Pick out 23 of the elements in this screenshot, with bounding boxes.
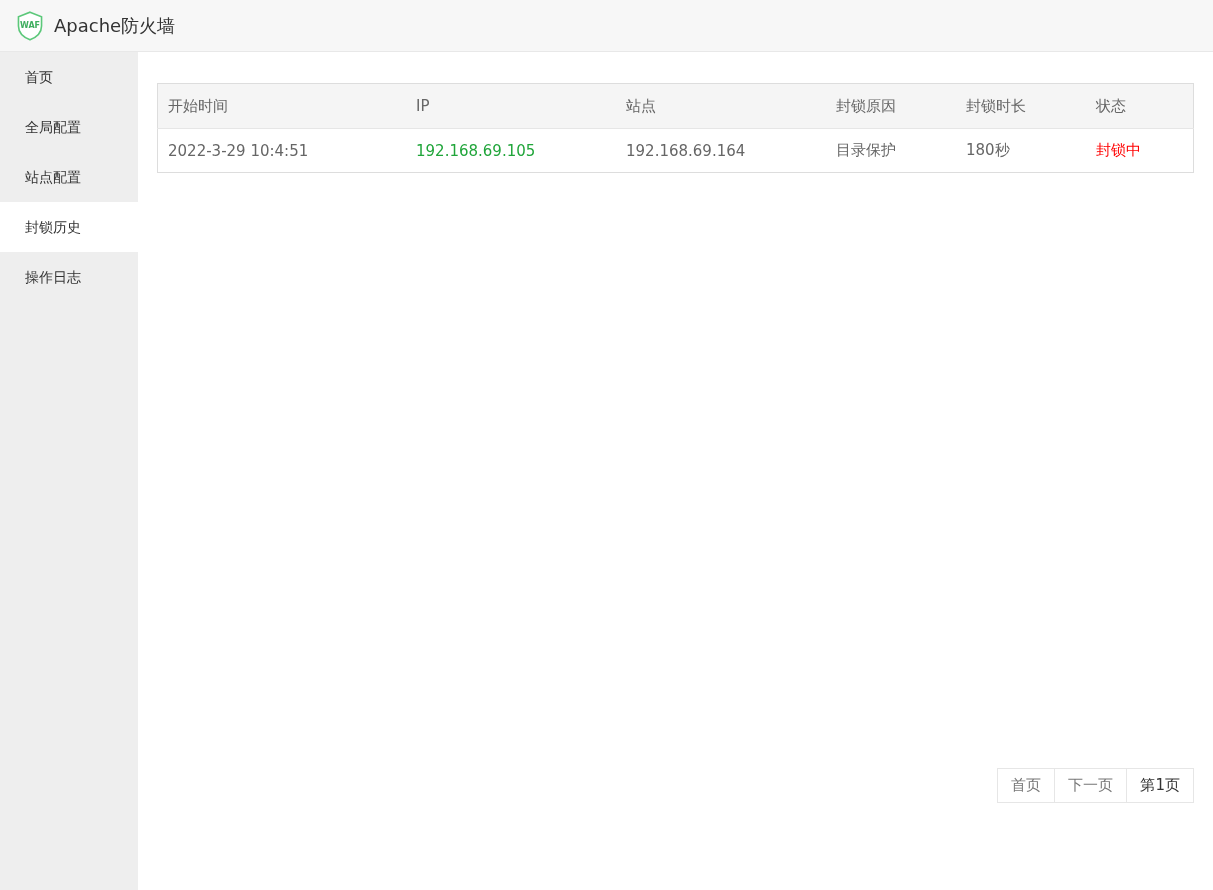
sidebar-item[interactable]: 操作日志	[0, 252, 138, 302]
page-button[interactable]: 首页	[997, 768, 1056, 803]
column-header: 封锁原因	[826, 83, 956, 129]
current-page[interactable]: 第1页	[1126, 768, 1194, 803]
table-cell: 192.168.69.105	[406, 128, 616, 173]
table-cell: 192.168.69.164	[616, 128, 826, 173]
app-title: Apache防火墙	[54, 13, 176, 38]
sidebar-item[interactable]: 全局配置	[0, 102, 138, 152]
sidebar-item[interactable]: 封锁历史	[0, 202, 138, 252]
table-cell: 2022-3-29 10:4:51	[157, 128, 406, 173]
sidebar-item[interactable]: 站点配置	[0, 152, 138, 202]
column-header: 状态	[1086, 83, 1194, 129]
table-cell: 180秒	[956, 128, 1086, 173]
sidebar-item[interactable]: 首页	[0, 52, 138, 102]
table-cell: 目录保护	[826, 128, 956, 173]
column-header: 站点	[616, 83, 826, 129]
logo-text: WAF	[18, 20, 42, 30]
table-cell: 封锁中	[1086, 128, 1194, 173]
column-header: 开始时间	[157, 83, 406, 129]
shield-icon	[16, 10, 44, 41]
column-header: 封锁时长	[956, 83, 1086, 129]
column-header: IP	[406, 83, 616, 129]
page-button[interactable]: 下一页	[1054, 768, 1128, 803]
